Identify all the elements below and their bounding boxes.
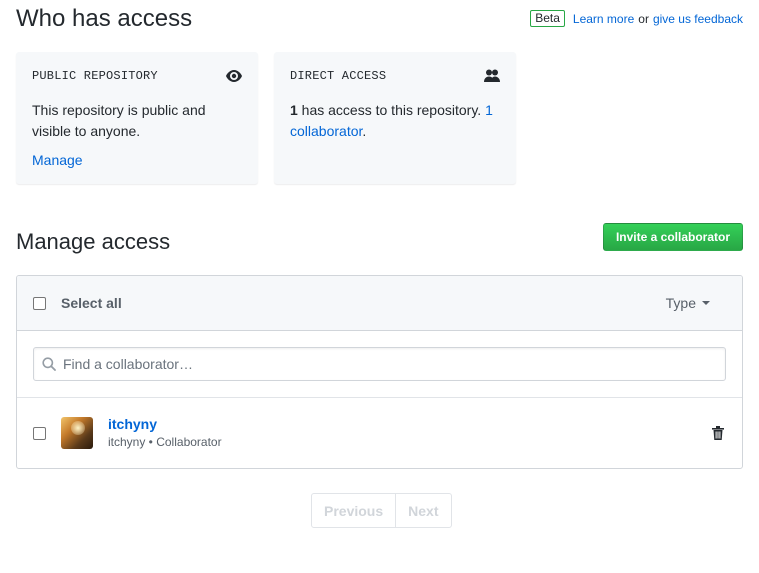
manage-visibility-link[interactable]: Manage xyxy=(32,152,83,168)
collaborator-username-link[interactable]: itchyny xyxy=(108,415,222,433)
collaborators-header: Select all Type xyxy=(17,276,742,331)
previous-button[interactable]: Previous xyxy=(312,494,395,527)
public-repository-card: PUBLIC REPOSITORY This repository is pub… xyxy=(16,52,258,184)
header-links: Beta Learn more or give us feedback xyxy=(530,10,743,27)
feedback-link[interactable]: give us feedback xyxy=(653,12,743,26)
beta-badge: Beta xyxy=(530,10,565,27)
filter-row xyxy=(17,331,742,398)
period-text: . xyxy=(362,123,367,139)
collaborator-row: itchyny itchyny • Collaborator xyxy=(17,398,742,468)
type-filter-dropdown[interactable]: Type xyxy=(666,295,710,311)
access-count: 1 xyxy=(290,102,298,118)
type-filter-label: Type xyxy=(665,295,696,311)
or-text: or xyxy=(638,11,649,26)
public-repository-text: This repository is public and visible to… xyxy=(32,102,206,139)
find-collaborator-input[interactable] xyxy=(34,348,725,380)
trash-icon[interactable] xyxy=(710,425,726,441)
collaborator-role: itchyny • Collaborator xyxy=(108,435,222,449)
public-repository-title: PUBLIC REPOSITORY xyxy=(32,69,158,83)
search-icon xyxy=(42,357,56,371)
page-title: Who has access xyxy=(16,5,193,32)
direct-access-title: DIRECT ACCESS xyxy=(290,69,387,83)
manage-access-title: Manage access xyxy=(16,229,171,254)
collaborators-box: Select all Type itchyny itchyny • Collab… xyxy=(16,275,743,469)
direct-access-card: DIRECT ACCESS 1 has access to this repos… xyxy=(274,52,516,184)
select-all-checkbox[interactable] xyxy=(33,296,46,310)
caret-down-icon xyxy=(702,301,710,305)
people-icon xyxy=(484,68,500,84)
eye-icon xyxy=(226,68,242,84)
invite-collaborator-button[interactable]: Invite a collaborator xyxy=(602,223,743,251)
collaborator-checkbox[interactable] xyxy=(33,426,46,440)
next-button[interactable]: Next xyxy=(395,494,450,527)
pagination: Previous Next xyxy=(311,493,452,528)
direct-access-text: 1 has access to this repository. 1 colla… xyxy=(290,100,500,142)
learn-more-link[interactable]: Learn more xyxy=(573,12,634,26)
select-all-label[interactable]: Select all xyxy=(61,295,122,311)
search-box xyxy=(33,347,726,381)
avatar[interactable] xyxy=(61,417,93,449)
collaborator-meta: itchyny itchyny • Collaborator xyxy=(108,415,222,451)
access-text: has access to this repository. xyxy=(297,102,486,118)
